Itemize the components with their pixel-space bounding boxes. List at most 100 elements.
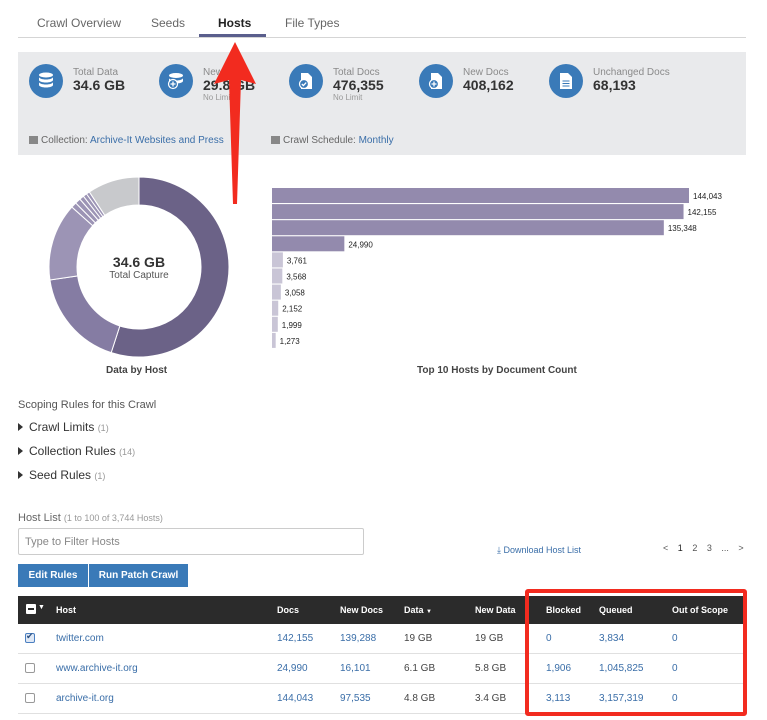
bar	[272, 300, 279, 316]
col-docs[interactable]: Docs	[277, 605, 299, 615]
database-icon	[29, 64, 63, 98]
rule-count: (14)	[119, 447, 136, 457]
top-hosts-bar-chart: 144,043 142,155 135,348 24,990 3,761 3,568 3,0…	[272, 188, 722, 348]
data-value: 19 GB	[404, 633, 433, 644]
bar-value-label: 3,761	[287, 256, 308, 265]
download-host-list-link[interactable]: ⤓ Download Host List	[497, 545, 581, 556]
download-label: Download Host List	[503, 545, 582, 555]
host-link[interactable]: twitter.com	[56, 633, 104, 644]
annotation-highlight-box	[525, 589, 747, 716]
stat-value: 408,162	[463, 77, 514, 93]
document-icon	[549, 64, 583, 98]
download-icon: ⤓	[497, 545, 501, 555]
bar-value-label: 142,155	[688, 208, 717, 217]
col-data[interactable]: Data ▼	[404, 605, 432, 615]
docs-link[interactable]: 144,043	[277, 693, 313, 704]
row-checkbox[interactable]	[25, 663, 35, 673]
new-data-value: 19 GB	[475, 633, 504, 644]
stat-value: 68,193	[593, 77, 636, 93]
bar-value-label: 144,043	[693, 192, 722, 201]
new-docs-link[interactable]: 16,101	[340, 663, 371, 674]
page-1[interactable]: 1	[678, 543, 683, 553]
rule-collection-rules[interactable]: Collection Rules (14)	[18, 444, 135, 458]
bar-value-label: 135,348	[668, 224, 697, 233]
row-checkbox[interactable]	[25, 693, 35, 703]
collection-link[interactable]: Archive-It Websites and Press	[90, 135, 224, 146]
schedule-label: Crawl Schedule:	[283, 135, 356, 146]
select-all-checkbox[interactable]	[26, 604, 36, 614]
sort-down-icon: ▼	[426, 609, 432, 615]
host-link[interactable]: archive-it.org	[56, 693, 114, 704]
page-ellipsis: ...	[721, 543, 729, 553]
col-data-label: Data	[404, 605, 424, 615]
new-docs-link[interactable]: 97,535	[340, 693, 371, 704]
archive-icon	[29, 136, 38, 144]
new-docs-link[interactable]: 139,288	[340, 633, 376, 644]
docs-link[interactable]: 24,990	[277, 663, 308, 674]
crawl-schedule-info: Crawl Schedule: Monthly	[271, 135, 394, 146]
stat-limit: No Limit	[333, 93, 363, 102]
rule-crawl-limits[interactable]: Crawl Limits (1)	[18, 420, 109, 434]
bar-chart-title: Top 10 Hosts by Document Count	[417, 365, 577, 376]
bar	[272, 252, 283, 268]
col-host[interactable]: Host	[56, 605, 76, 615]
row-checkbox[interactable]	[25, 631, 35, 643]
tab-hosts[interactable]: Hosts	[218, 16, 251, 30]
rule-label: Seed Rules	[29, 468, 92, 482]
expand-triangle-icon	[18, 423, 23, 431]
host-list-label: Host List	[18, 512, 61, 524]
collection-label: Collection:	[41, 135, 88, 146]
donut-center-label: 34.6 GB Total Capture	[48, 176, 230, 358]
data-value: 4.8 GB	[404, 693, 436, 704]
bar	[272, 188, 689, 203]
active-tab-indicator	[199, 34, 266, 37]
page-2[interactable]: 2	[692, 543, 697, 553]
host-link[interactable]: www.archive-it.org	[56, 663, 138, 674]
filter-hosts-input[interactable]	[18, 528, 364, 555]
bar	[272, 220, 664, 236]
expand-triangle-icon	[18, 471, 23, 479]
tab-crawl-overview[interactable]: Crawl Overview	[37, 16, 121, 30]
host-list-range: (1 to 100 of 3,744 Hosts)	[63, 513, 163, 523]
bar	[272, 316, 278, 332]
bar-value-label: 24,990	[348, 240, 373, 249]
crawl-stats-panel: Total Data 34.6 GB New Data 29.8 GB No L…	[18, 52, 746, 155]
run-patch-crawl-button[interactable]: Run Patch Crawl	[89, 564, 188, 587]
col-new-data[interactable]: New Data	[475, 605, 516, 615]
bar-value-label: 3,568	[286, 273, 307, 282]
bar-value-label: 1,273	[280, 337, 301, 346]
bar	[272, 236, 345, 252]
rule-count: (1)	[97, 423, 109, 433]
schedule-link[interactable]: Monthly	[359, 135, 394, 146]
tab-seeds[interactable]: Seeds	[151, 16, 185, 30]
stat-value: 34.6 GB	[73, 77, 126, 93]
chevron-down-icon[interactable]: ▼	[38, 604, 45, 611]
tab-file-types[interactable]: File Types	[285, 16, 339, 30]
donut-title: Data by Host	[106, 365, 168, 376]
col-new-docs[interactable]: New Docs	[340, 605, 383, 615]
bar	[272, 204, 684, 220]
pagination: < 1 2 3 ... >	[663, 543, 751, 553]
rule-label: Collection Rules	[29, 444, 116, 458]
collection-info: Collection: Archive-It Websites and Pres…	[29, 135, 224, 146]
expand-triangle-icon	[18, 447, 23, 455]
prev-page-icon[interactable]: <	[663, 543, 668, 553]
annotation-arrow-icon	[214, 42, 256, 204]
page-3[interactable]: 3	[707, 543, 712, 553]
document-check-icon	[289, 64, 323, 98]
bar	[272, 332, 276, 348]
tab-bar: Crawl Overview Seeds Hosts File Types	[18, 0, 746, 38]
next-page-icon[interactable]: >	[738, 543, 743, 553]
bar	[272, 284, 281, 300]
new-data-value: 5.8 GB	[475, 663, 507, 674]
new-data-value: 3.4 GB	[475, 693, 507, 704]
calendar-icon	[271, 136, 280, 144]
database-plus-icon	[159, 64, 193, 98]
bar-value-label: 1,999	[282, 321, 303, 330]
rule-count: (1)	[94, 471, 106, 481]
stat-value: 476,355	[333, 77, 384, 93]
docs-link[interactable]: 142,155	[277, 633, 313, 644]
edit-rules-button[interactable]: Edit Rules	[18, 564, 88, 587]
rule-seed-rules[interactable]: Seed Rules (1)	[18, 468, 105, 482]
rule-label: Crawl Limits	[29, 420, 95, 434]
